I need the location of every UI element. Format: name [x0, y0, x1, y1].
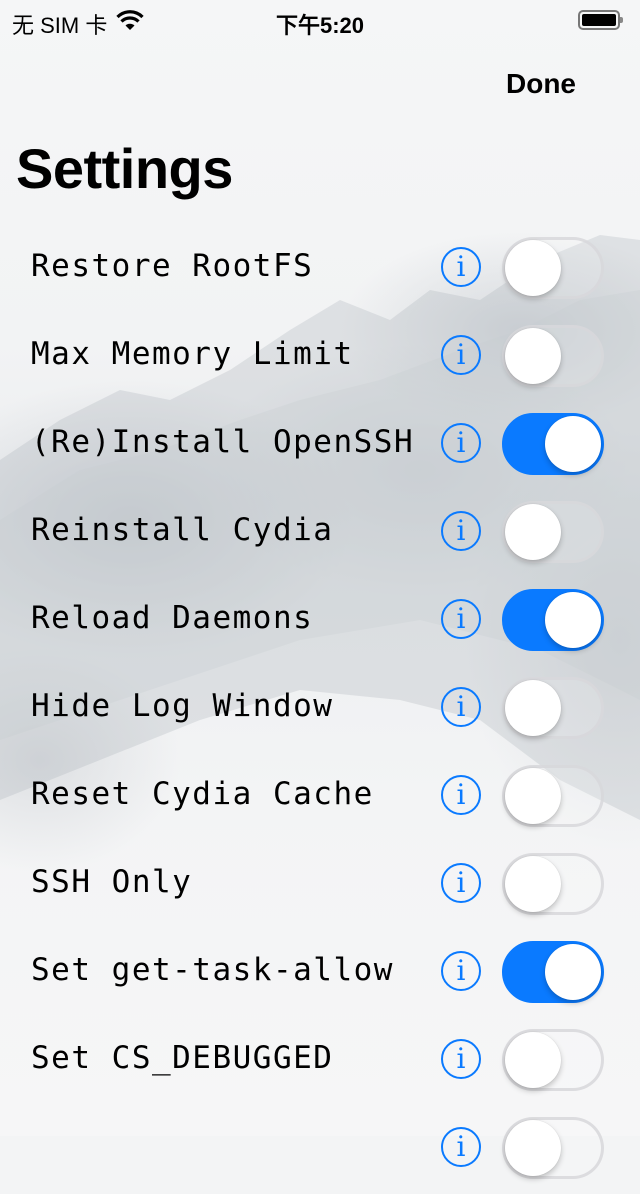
settings-list: Restore RootFS i Max Memory Limit i (Re)…	[0, 226, 640, 1194]
setting-label: Reload Daemons	[31, 600, 314, 636]
toggle-knob	[505, 680, 561, 736]
setting-label: Reset Cydia Cache	[31, 776, 374, 812]
toggle-switch[interactable]	[502, 501, 604, 563]
settings-row-partial: i	[0, 1106, 640, 1194]
settings-row-reinstall-cydia: Reinstall Cydia i	[0, 490, 640, 578]
toggle-knob	[505, 856, 561, 912]
setting-label: Max Memory Limit	[31, 336, 354, 372]
info-icon[interactable]: i	[441, 599, 481, 639]
info-icon[interactable]: i	[441, 775, 481, 815]
toggle-switch[interactable]	[502, 589, 604, 651]
page-title: Settings	[16, 137, 233, 200]
setting-label: Set get-task-allow	[31, 952, 394, 988]
settings-row-ssh-only: SSH Only i	[0, 842, 640, 930]
info-icon[interactable]: i	[441, 687, 481, 727]
info-icon[interactable]: i	[441, 335, 481, 375]
setting-label: Reinstall Cydia	[31, 512, 334, 548]
info-icon[interactable]: i	[441, 1127, 481, 1167]
status-bar: 无 SIM 卡 下午5:20	[0, 0, 640, 40]
toggle-switch[interactable]	[502, 677, 604, 739]
toggle-switch[interactable]	[502, 413, 604, 475]
setting-label: Set CS_DEBUGGED	[31, 1040, 334, 1076]
toggle-knob	[545, 592, 601, 648]
settings-row-hide-log-window: Hide Log Window i	[0, 666, 640, 754]
info-icon[interactable]: i	[441, 951, 481, 991]
toggle-switch[interactable]	[502, 853, 604, 915]
toggle-knob	[505, 240, 561, 296]
toggle-knob	[505, 1032, 561, 1088]
settings-row-set-get-task-allow: Set get-task-allow i	[0, 930, 640, 1018]
status-time: 下午5:20	[275, 13, 365, 38]
toggle-knob	[505, 1120, 561, 1176]
settings-row-max-memory-limit: Max Memory Limit i	[0, 314, 640, 402]
setting-label: Hide Log Window	[31, 688, 334, 724]
toggle-knob	[505, 768, 561, 824]
info-icon[interactable]: i	[441, 1039, 481, 1079]
battery-full-icon	[578, 10, 623, 30]
toggle-knob	[505, 504, 561, 560]
settings-row-reset-cydia-cache: Reset Cydia Cache i	[0, 754, 640, 842]
settings-row-reload-daemons: Reload Daemons i	[0, 578, 640, 666]
info-icon[interactable]: i	[441, 247, 481, 287]
toggle-switch[interactable]	[502, 941, 604, 1003]
settings-row-reinstall-openssh: (Re)Install OpenSSH i	[0, 402, 640, 490]
toggle-knob	[545, 944, 601, 1000]
toggle-switch[interactable]	[502, 325, 604, 387]
info-icon[interactable]: i	[441, 511, 481, 551]
toggle-switch[interactable]	[502, 765, 604, 827]
info-icon[interactable]: i	[441, 863, 481, 903]
toggle-switch[interactable]	[502, 1029, 604, 1091]
settings-row-restore-rootfs: Restore RootFS i	[0, 226, 640, 314]
setting-label: (Re)Install OpenSSH	[31, 424, 415, 460]
toggle-knob	[505, 328, 561, 384]
toggle-switch[interactable]	[502, 237, 604, 299]
toggle-knob	[545, 416, 601, 472]
settings-row-set-cs-debugged: Set CS_DEBUGGED i	[0, 1018, 640, 1106]
done-button[interactable]: Done	[506, 68, 576, 100]
setting-label: Restore RootFS	[31, 248, 314, 284]
toggle-switch[interactable]	[502, 1117, 604, 1179]
setting-label: SSH Only	[31, 864, 193, 900]
info-icon[interactable]: i	[441, 423, 481, 463]
